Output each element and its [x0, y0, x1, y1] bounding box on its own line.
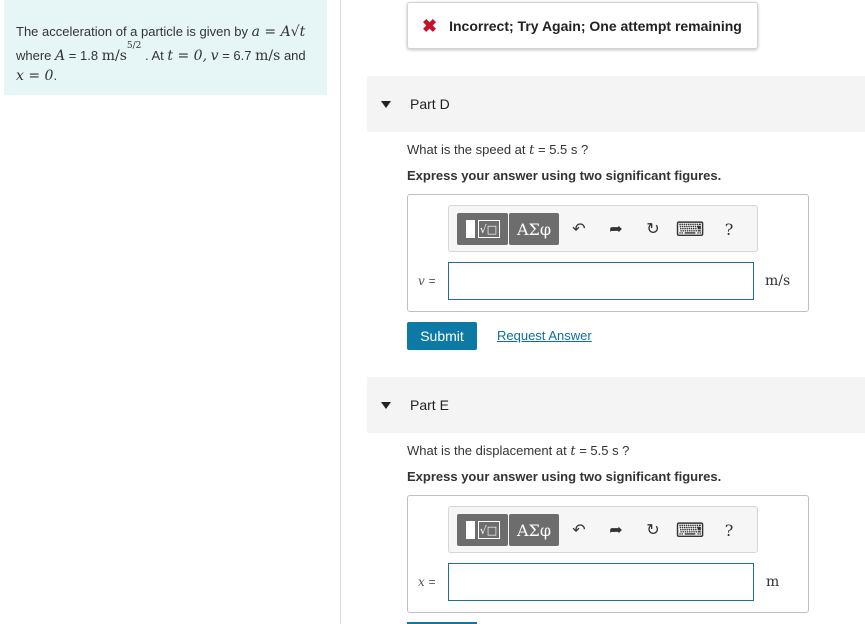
reset-icon[interactable]: ↻: [641, 517, 665, 543]
part-d-answer-box: √□ ΑΣφ ↶ ➦ ↻ ⌨ ? v = m/s: [407, 194, 809, 312]
part-e-var: x: [418, 575, 425, 589]
problem-statement: The acceleration of a particle is given …: [4, 0, 327, 95]
collapse-triangle-icon[interactable]: [381, 100, 391, 108]
keyboard-icon[interactable]: ⌨: [676, 216, 705, 242]
part-e-question-prefix: What is the displacement at: [407, 443, 567, 458]
part-d-var-label: v =: [418, 274, 436, 288]
x-icon: ✖: [422, 15, 438, 36]
period: .: [53, 68, 58, 83]
part-e-header[interactable]: Part E: [367, 377, 865, 433]
speed-answer-input[interactable]: [448, 262, 754, 300]
part-e-question-suffix: = 5.5 s ?: [579, 443, 630, 458]
redo-icon[interactable]: ➦: [604, 517, 628, 543]
part-e-answer-box: √□ ΑΣφ ↶ ➦ ↻ ⌨ ? x = m: [407, 495, 809, 613]
part-d-unit: m/s: [765, 273, 791, 289]
part-e-instruction: Express your answer using two significan…: [407, 469, 722, 484]
templates-button[interactable]: √□: [457, 514, 508, 546]
templates-button[interactable]: √□: [457, 213, 508, 245]
collapse-triangle-icon[interactable]: [381, 401, 391, 409]
initial-velocity-value: = 6.7: [222, 48, 252, 63]
reset-icon[interactable]: ↻: [641, 216, 665, 242]
template-block-icon: [465, 521, 475, 539]
help-icon[interactable]: ?: [717, 517, 741, 543]
keyboard-icon[interactable]: ⌨: [676, 517, 705, 543]
part-d-question-var: t: [529, 143, 535, 158]
part-d-header[interactable]: Part D: [367, 76, 865, 132]
constant-a-unit: m/s: [101, 48, 127, 64]
math-toolbar: √□ ΑΣφ ↶ ➦ ↻ ⌨ ?: [448, 205, 758, 252]
column-divider: [340, 0, 341, 624]
initial-velocity-unit: m/s: [255, 48, 281, 64]
symbols-button[interactable]: ΑΣφ: [509, 514, 559, 546]
radical-icon: √□: [477, 220, 500, 238]
constant-a-label: A: [55, 48, 66, 64]
part-d-var: v: [418, 274, 425, 288]
acceleration-formula: a = A√t: [251, 24, 306, 40]
part-e-var-eq: =: [428, 575, 436, 589]
part-d-question-suffix: = 5.5 s ?: [538, 142, 589, 157]
x-zero: x = 0: [16, 68, 54, 84]
displacement-answer-input[interactable]: [448, 563, 754, 601]
feedback-banner: ✖ Incorrect; Try Again; One attempt rema…: [407, 2, 758, 49]
submit-button[interactable]: Submit: [407, 322, 477, 350]
part-e-question-var: t: [570, 444, 576, 459]
template-block-icon: [465, 220, 475, 238]
part-d-instruction: Express your answer using two significan…: [407, 168, 722, 183]
problem-line-1: The acceleration of a particle is given …: [16, 20, 315, 44]
help-icon[interactable]: ?: [717, 216, 741, 242]
undo-icon[interactable]: ↶: [567, 517, 591, 543]
and-text: and: [283, 48, 306, 63]
request-answer-link[interactable]: Request Answer: [497, 328, 592, 343]
math-toolbar: √□ ΑΣφ ↶ ➦ ↻ ⌨ ?: [448, 506, 758, 553]
part-d-question-prefix: What is the speed at: [407, 142, 526, 157]
part-e-title: Part E: [410, 397, 449, 413]
radical-icon: √□: [477, 521, 500, 539]
part-e-var-label: x =: [418, 575, 436, 589]
redo-icon[interactable]: ➦: [604, 216, 628, 242]
part-e-question: What is the displacement at t = 5.5 s ?: [407, 443, 629, 459]
where-text: where: [16, 48, 52, 63]
t-zero: t = 0,: [167, 48, 208, 64]
at-text: . At: [145, 48, 164, 63]
undo-icon[interactable]: ↶: [567, 216, 591, 242]
constant-a-exponent: 5/2: [126, 41, 142, 51]
feedback-text: Incorrect; Try Again; One attempt remain…: [449, 17, 742, 34]
part-d-title: Part D: [410, 96, 450, 112]
part-e-unit: m: [766, 574, 780, 590]
initial-velocity-label: v: [210, 48, 219, 64]
constant-a-value: = 1.8: [68, 48, 99, 63]
part-d-var-eq: =: [428, 274, 436, 288]
symbols-button[interactable]: ΑΣφ: [509, 213, 559, 245]
part-d-question: What is the speed at t = 5.5 s ?: [407, 142, 588, 158]
problem-line-2: where A = 1.8 m/s5/2 . At t = 0, v = 6.7…: [16, 41, 315, 70]
problem-intro-text: The acceleration of a particle is given …: [16, 24, 248, 39]
